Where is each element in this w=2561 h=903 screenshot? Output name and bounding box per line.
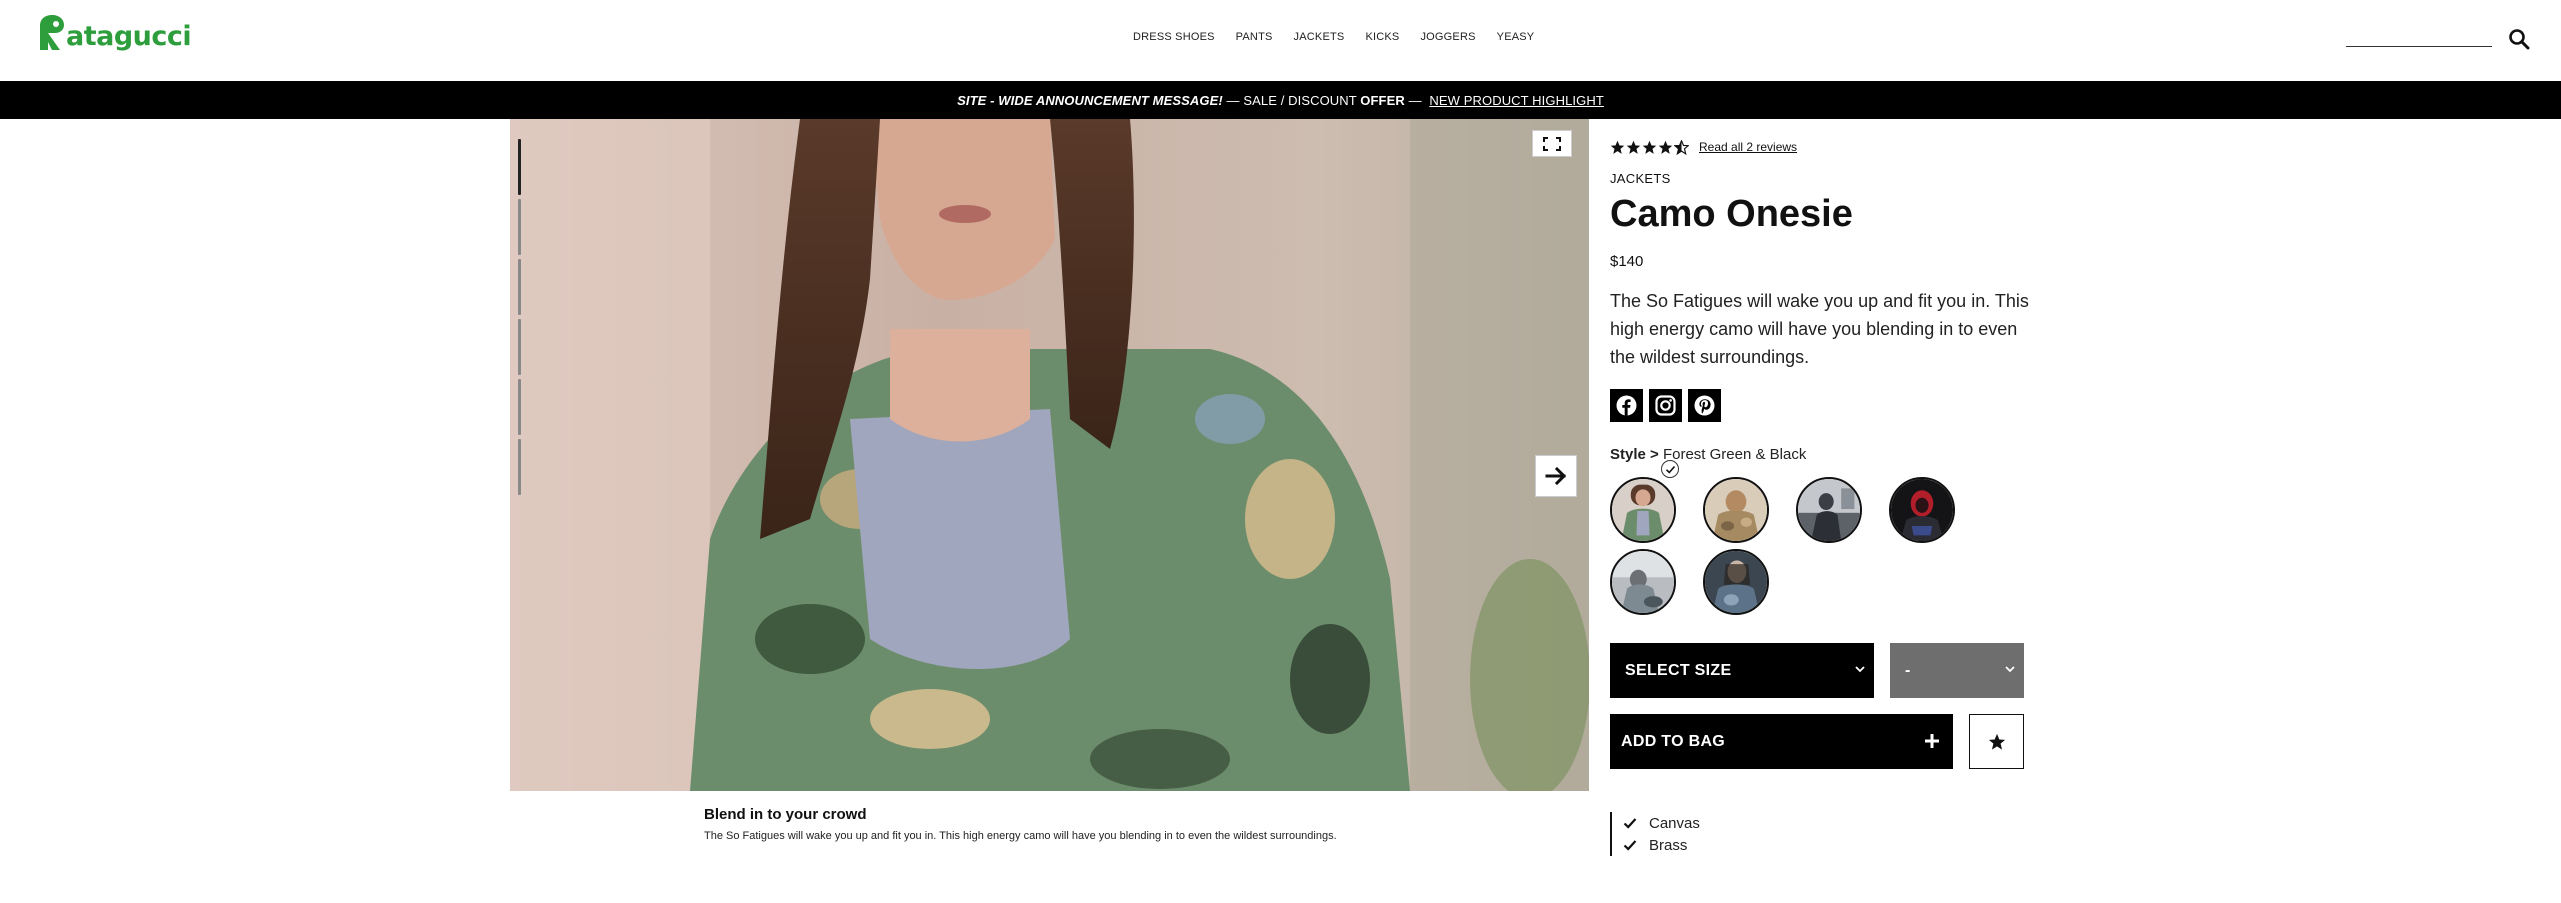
chevron-down-icon bbox=[2005, 666, 2015, 673]
size-select-label: SELECT SIZE bbox=[1625, 661, 1732, 679]
gallery-indicator[interactable] bbox=[518, 439, 521, 495]
add-to-bag-label: ADD TO BAG bbox=[1621, 732, 1726, 750]
product-info: Read all 2 reviews JACKETS Camo Onesie $… bbox=[1610, 137, 2030, 615]
arrow-right-icon bbox=[1545, 466, 1567, 486]
wishlist-button[interactable] bbox=[1969, 714, 2024, 769]
search-icon[interactable] bbox=[2508, 28, 2530, 50]
style-swatch-midnight[interactable] bbox=[1703, 549, 1769, 615]
caption-body: The So Fatigues will wake you up and fit… bbox=[704, 830, 1337, 842]
star-icon bbox=[1988, 733, 2005, 750]
announcement-separator: — bbox=[1404, 92, 1426, 108]
expand-icon bbox=[1543, 136, 1561, 151]
product-title: Camo Onesie bbox=[1610, 193, 1853, 235]
rating-row: Read all 2 reviews bbox=[1610, 137, 2030, 157]
social-share bbox=[1610, 389, 2030, 422]
nav-item-dress-shoes[interactable]: DRESS SHOES bbox=[1133, 31, 1215, 43]
read-reviews-link[interactable]: Read all 2 reviews bbox=[1699, 140, 1797, 154]
star-full-icon bbox=[1642, 140, 1657, 154]
product-description: The So Fatigues will wake you up and fit… bbox=[1610, 291, 2029, 367]
gallery-indicator[interactable] bbox=[518, 259, 521, 315]
feature-label: Brass bbox=[1649, 836, 1688, 854]
gallery-indicator[interactable] bbox=[518, 319, 521, 375]
style-swatch-urban-gray[interactable] bbox=[1796, 477, 1862, 543]
product-gallery[interactable] bbox=[510, 119, 1589, 791]
star-full-icon bbox=[1626, 140, 1641, 154]
nav-item-yeasy[interactable]: YEASY bbox=[1497, 31, 1535, 43]
fullscreen-button[interactable] bbox=[1532, 130, 1572, 157]
gallery-caption: Blend in to your crowd The So Fatigues w… bbox=[704, 806, 1504, 842]
style-swatch-forest-green[interactable] bbox=[1610, 477, 1676, 543]
announcement-bar: SITE - WIDE ANNOUNCEMENT MESSAGE! — SALE… bbox=[0, 81, 2561, 119]
facebook-icon bbox=[1616, 395, 1637, 416]
gallery-indicator[interactable] bbox=[518, 139, 521, 195]
check-icon bbox=[1623, 840, 1637, 851]
product-hero-image bbox=[510, 119, 1589, 791]
brand-logo[interactable]: atagucci bbox=[34, 14, 192, 52]
nav-item-jackets[interactable]: JACKETS bbox=[1294, 31, 1345, 43]
logo-text: atagucci bbox=[66, 21, 192, 52]
star-half-icon bbox=[1674, 139, 1689, 155]
nav-item-pants[interactable]: PANTS bbox=[1236, 31, 1273, 43]
pinterest-icon bbox=[1694, 395, 1715, 416]
product-category[interactable]: JACKETS bbox=[1610, 171, 2030, 186]
nav-item-kicks[interactable]: KICKS bbox=[1365, 31, 1399, 43]
main-nav: DRESS SHOES PANTS JACKETS KICKS JOGGERS … bbox=[1133, 31, 1555, 43]
facebook-share-button[interactable] bbox=[1610, 389, 1643, 422]
announcement-product-link[interactable]: NEW PRODUCT HIGHLIGHT bbox=[1429, 93, 1603, 108]
feature-item: Brass bbox=[1623, 834, 1700, 856]
feature-label: Canvas bbox=[1649, 814, 1700, 832]
chevron-down-icon bbox=[1855, 666, 1865, 673]
caption-title: Blend in to your crowd bbox=[704, 806, 867, 823]
nav-item-joggers[interactable]: JOGGERS bbox=[1420, 31, 1475, 43]
size-select[interactable]: SELECT SIZE bbox=[1610, 643, 1874, 698]
star-rating bbox=[1610, 139, 1689, 155]
check-icon bbox=[1623, 818, 1637, 829]
feature-item: Canvas bbox=[1623, 812, 1700, 834]
style-swatch-desert[interactable] bbox=[1703, 477, 1769, 543]
instagram-share-button[interactable] bbox=[1649, 389, 1682, 422]
instagram-icon bbox=[1655, 395, 1676, 416]
quantity-select[interactable]: - bbox=[1890, 643, 2024, 698]
gallery-indicator[interactable] bbox=[518, 379, 521, 435]
gallery-thumbnail-rail[interactable] bbox=[518, 139, 523, 499]
style-swatch-red-black[interactable] bbox=[1889, 477, 1955, 543]
style-label: Style > bbox=[1610, 446, 1659, 463]
next-image-button[interactable] bbox=[1535, 455, 1577, 497]
search-input[interactable] bbox=[2346, 46, 2492, 47]
selected-check-icon bbox=[1661, 460, 1679, 478]
style-value: Forest Green & Black bbox=[1662, 446, 1807, 463]
plus-icon bbox=[1925, 734, 1939, 748]
pinterest-share-button[interactable] bbox=[1688, 389, 1721, 422]
style-swatches bbox=[1610, 477, 2010, 615]
announcement-offer-text: OFFER bbox=[1360, 92, 1405, 108]
star-full-icon bbox=[1658, 140, 1673, 154]
add-to-bag-button[interactable]: ADD TO BAG bbox=[1610, 714, 1953, 769]
product-features: Canvas Brass bbox=[1610, 812, 1700, 856]
announcement-sale-text: — SALE / DISCOUNT bbox=[1222, 92, 1361, 108]
gallery-indicator[interactable] bbox=[518, 199, 521, 255]
product-price: $140 bbox=[1610, 253, 1644, 270]
style-swatch-storm[interactable] bbox=[1610, 549, 1676, 615]
logo-mark-icon bbox=[40, 15, 64, 50]
star-full-icon bbox=[1610, 140, 1625, 154]
announcement-message: SITE - WIDE ANNOUNCEMENT MESSAGE! bbox=[957, 92, 1223, 108]
quantity-select-label: - bbox=[1905, 661, 1911, 679]
site-header: atagucci DRESS SHOES PANTS JACKETS KICKS… bbox=[0, 0, 2561, 81]
